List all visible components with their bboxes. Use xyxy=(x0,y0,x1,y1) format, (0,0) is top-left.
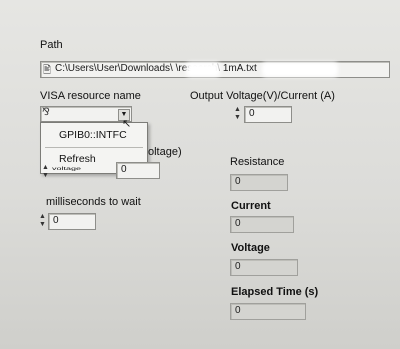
visa-icon: ⅋ xyxy=(42,107,50,118)
voltage-control-value: 0 xyxy=(121,164,127,175)
redaction xyxy=(262,62,338,77)
voltage-control-label: oltage) xyxy=(148,146,182,158)
voltage-control-partial: voltage xyxy=(52,166,82,171)
elapsed-time-indicator: 0 xyxy=(230,303,306,320)
output-label: Output Voltage(V)/Current (A) xyxy=(190,90,335,102)
visa-resource-label: VISA resource name xyxy=(40,90,141,102)
current-value: 0 xyxy=(235,218,241,229)
elapsed-time-label: Elapsed Time (s) xyxy=(231,286,319,298)
output-value: 0 xyxy=(249,108,255,119)
path-label: Path xyxy=(40,39,63,51)
resistance-label: Resistance xyxy=(230,156,285,168)
voltage-label: Voltage xyxy=(231,242,270,254)
path-value: C:\Users\User\Downloads\ \research\ 1mA.… xyxy=(55,63,257,74)
current-label: Current xyxy=(231,200,271,212)
voltage-indicator: 0 xyxy=(230,259,298,276)
menu-item-gpib[interactable]: GPIB0::INTFC xyxy=(59,129,127,141)
menu-item-refresh[interactable]: Refresh xyxy=(59,153,96,165)
file-path-icon: 🖹 xyxy=(43,65,52,76)
front-panel xyxy=(0,0,400,349)
redaction xyxy=(186,62,220,77)
current-indicator: 0 xyxy=(230,216,294,233)
resistance-indicator: 0 xyxy=(230,174,288,191)
menu-separator xyxy=(45,147,143,148)
resistance-value: 0 xyxy=(235,176,241,187)
wait-field[interactable]: 0 xyxy=(48,213,96,230)
wait-label: milliseconds to wait xyxy=(46,196,141,208)
voltage-control-spin-icon[interactable]: ▲ ▼ xyxy=(41,164,50,180)
wait-value: 0 xyxy=(53,215,59,226)
voltage-control-field[interactable]: 0 xyxy=(116,162,160,179)
voltage-value: 0 xyxy=(235,261,241,272)
output-value-field[interactable]: 0 xyxy=(244,106,292,123)
elapsed-time-value: 0 xyxy=(235,305,241,316)
output-increment-icon[interactable]: ▲ ▼ xyxy=(233,106,242,122)
wait-spin-icon[interactable]: ▲ ▼ xyxy=(38,213,47,229)
mouse-cursor-icon: ↖ xyxy=(122,118,132,130)
